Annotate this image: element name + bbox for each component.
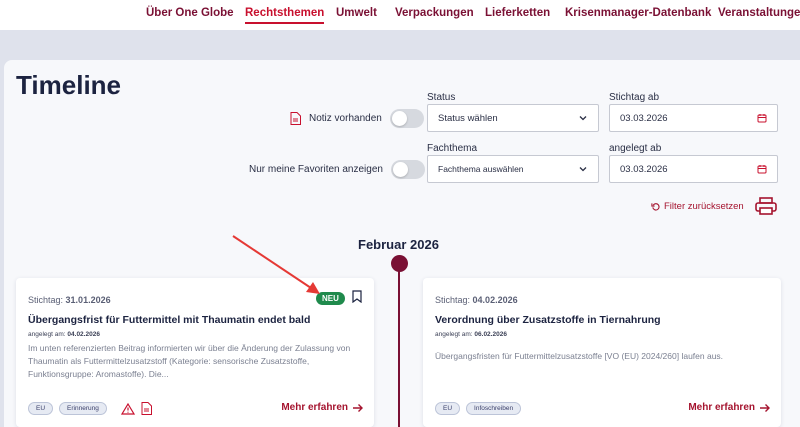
fachthema-label: Fachthema <box>427 143 478 154</box>
stichtag-input[interactable]: 03.03.2026 <box>609 104 778 132</box>
stichtag-prefix: Stichtag: <box>435 295 471 305</box>
status-select[interactable]: Status wählen <box>427 104 599 132</box>
notiz-filter: Notiz vorhanden <box>290 109 424 128</box>
arrow-right-icon <box>760 403 770 412</box>
nav-item-krisenmanager-datenbank[interactable]: Krisenmanager-Datenbank <box>565 7 711 19</box>
card-title[interactable]: Verordnung über Zusatzstoffe in Tiernahr… <box>435 314 661 326</box>
stichtag-prefix: Stichtag: <box>28 295 64 305</box>
more-link[interactable]: Mehr erfahren <box>281 402 364 413</box>
favoriten-filter: Nur meine Favoriten anzeigen <box>249 160 425 179</box>
arrow-right-icon <box>353 403 363 412</box>
nav-item-ueber-one-globe[interactable]: Über One Globe <box>146 7 234 19</box>
chevron-down-icon <box>579 116 587 121</box>
card-title[interactable]: Übergangsfrist für Futtermittel mit Thau… <box>28 314 310 326</box>
chevron-down-icon <box>579 167 587 172</box>
reset-label: Filter zurücksetzen <box>664 201 744 212</box>
stichtag-date: 04.02.2026 <box>472 295 518 305</box>
notiz-toggle[interactable] <box>389 109 424 128</box>
timeline-month: Februar 2026 <box>358 237 439 252</box>
reset-icon <box>651 203 660 211</box>
nav-item-umwelt[interactable]: Umwelt <box>336 7 377 19</box>
printer-icon[interactable] <box>755 197 777 215</box>
bookmark-icon[interactable] <box>352 290 362 303</box>
angelegt-prefix: angelegt am: <box>28 331 66 338</box>
favoriten-toggle[interactable] <box>390 160 425 179</box>
more-label: Mehr erfahren <box>688 402 755 413</box>
document-icon <box>290 112 301 125</box>
card-stichtag: Stichtag: 31.01.2026 <box>28 295 111 305</box>
card-stichtag: Stichtag: 04.02.2026 <box>435 295 518 305</box>
document-icon <box>141 402 152 415</box>
nav-item-veranstaltungen[interactable]: Veranstaltungen <box>718 7 800 19</box>
stichtag-value: 03.03.2026 <box>620 112 668 124</box>
nav-item-rechtsthemen[interactable]: Rechtsthemen <box>245 7 325 24</box>
card-description: Im unten referenzierten Beitrag informie… <box>28 342 368 381</box>
angelegt-label: angelegt ab <box>609 143 662 154</box>
desc-line: Funktionsgruppe: Aromastoffe). Die... <box>28 369 169 379</box>
nav-item-verpackungen[interactable]: Verpackungen <box>395 7 474 19</box>
nav-item-lieferketten[interactable]: Lieferketten <box>485 7 550 19</box>
page-title: Timeline <box>16 70 122 100</box>
card-tags: EU Erinnerung <box>28 402 152 415</box>
desc-line: Im unten referenzierten Beitrag informie… <box>28 343 351 353</box>
card-angelegt: angelegt am: 06.02.2026 <box>435 331 507 338</box>
card-angelegt: angelegt am: 04.02.2026 <box>28 331 100 338</box>
top-navigation: Über One Globe Rechtsthemen Umwelt Verpa… <box>0 0 800 30</box>
angelegt-date: 06.02.2026 <box>474 331 507 338</box>
timeline-card[interactable]: Stichtag: 31.01.2026 NEU Übergangsfrist … <box>16 278 374 427</box>
calendar-icon <box>757 165 767 174</box>
desc-line: Thaumatin als Futtermittelzusatzstoff (K… <box>28 356 310 366</box>
notiz-label: Notiz vorhanden <box>309 113 382 124</box>
status-value: Status wählen <box>438 112 498 124</box>
fachthema-value: Fachthema auswählen <box>438 164 524 174</box>
timeline-line <box>398 270 400 427</box>
more-label: Mehr erfahren <box>281 402 348 413</box>
warning-icon <box>120 402 135 415</box>
tag: Erinnerung <box>59 402 107 415</box>
calendar-icon <box>757 114 767 123</box>
angelegt-value: 03.03.2026 <box>620 163 668 175</box>
fachthema-select[interactable]: Fachthema auswählen <box>427 155 599 183</box>
angelegt-date: 04.02.2026 <box>67 331 100 338</box>
status-label: Status <box>427 92 456 103</box>
new-badge: NEU <box>316 292 345 305</box>
tag: EU <box>435 402 461 415</box>
desc-line: Übergangsfristen für Futtermittelzusatzs… <box>435 351 724 361</box>
tag: EU <box>28 402 54 415</box>
card-tags: EU Infoschreiben <box>435 402 522 415</box>
card-description: Übergangsfristen für Futtermittelzusatzs… <box>435 350 775 363</box>
header-band <box>0 30 800 60</box>
stichtag-date: 31.01.2026 <box>65 295 111 305</box>
timeline-card[interactable]: Stichtag: 04.02.2026 Verordnung über Zus… <box>423 278 781 427</box>
tag: Infoschreiben <box>466 402 522 415</box>
reset-filter-button[interactable]: Filter zurücksetzen <box>651 201 744 212</box>
more-link[interactable]: Mehr erfahren <box>688 402 771 413</box>
angelegt-input[interactable]: 03.03.2026 <box>609 155 778 183</box>
stichtag-label: Stichtag ab <box>609 92 660 103</box>
angelegt-prefix: angelegt am: <box>435 331 473 338</box>
favoriten-label: Nur meine Favoriten anzeigen <box>249 164 383 175</box>
